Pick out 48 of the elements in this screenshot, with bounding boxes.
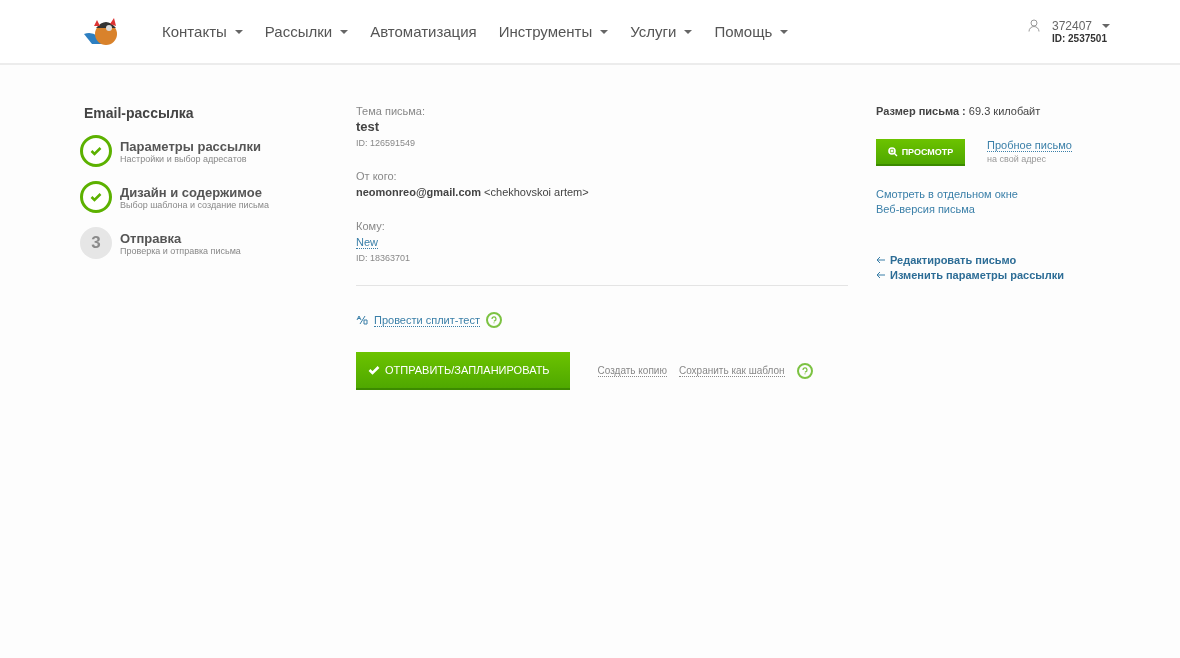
- back-link[interactable]: Изменить параметры рассылки: [876, 269, 1072, 281]
- arrow-left-icon: [876, 271, 886, 279]
- caret-icon: [340, 29, 349, 34]
- id-text: ID: 18363701: [356, 253, 411, 263]
- step-title[interactable]: Параметры рассылки: [120, 138, 261, 154]
- caret-icon: [684, 29, 693, 34]
- step-subtitle: Выбор шаблона и создание письма: [120, 199, 269, 210]
- step-title[interactable]: Дизайн и содержимое: [120, 184, 269, 200]
- split-test-link[interactable]: Провести сплит-тест: [374, 313, 480, 327]
- id-text: ID: 126591549: [356, 138, 416, 148]
- view-link[interactable]: Смотреть в отдельном окне: [876, 188, 1072, 200]
- test-email-link[interactable]: Пробное письмо: [987, 139, 1072, 152]
- step-subtitle: Настройки и выбор адресатов: [120, 153, 247, 164]
- caret-icon: [780, 29, 789, 34]
- caret-icon: [600, 29, 609, 34]
- nav-item[interactable]: Контакты: [162, 23, 243, 40]
- account-login[interactable]: 372407: [1051, 19, 1092, 33]
- step-subtitle: Проверка и отправка письма: [120, 245, 241, 256]
- help-icon[interactable]: [486, 312, 502, 328]
- step-number: 3: [80, 227, 112, 259]
- nav-item[interactable]: Автоматизация: [370, 23, 477, 40]
- test-email-hint: на свой адрес: [987, 154, 1046, 164]
- caret-icon: [234, 29, 243, 34]
- size-text: Размер письма : 69.3 килобайт: [876, 105, 1042, 117]
- help-icon[interactable]: [796, 363, 813, 379]
- sender-text: neomonreo@gmail.com <chekhovskoi artem>: [356, 186, 589, 198]
- nav-item[interactable]: Помощь: [714, 23, 789, 40]
- arrow-left-icon: [876, 256, 886, 264]
- subject-text: test: [356, 119, 380, 134]
- field-label: От кого:: [356, 170, 397, 182]
- nav-item[interactable]: Услуги: [630, 23, 693, 40]
- zoom-icon: [887, 146, 898, 157]
- view-link[interactable]: Веб-версия письма: [876, 203, 1072, 215]
- field-label: Тема письма:: [356, 105, 426, 117]
- account-id: ID: 2537501: [1051, 33, 1108, 44]
- list-link[interactable]: New: [356, 236, 378, 249]
- sidebar-title: Email-рассылка: [84, 105, 195, 121]
- secondary-link[interactable]: Сохранить как шаблон: [678, 365, 785, 377]
- ab-icon: [356, 315, 368, 325]
- check-icon: [368, 365, 380, 375]
- back-link[interactable]: Редактировать письмо: [876, 254, 1072, 266]
- secondary-link[interactable]: Создать копию: [597, 365, 667, 377]
- step-title[interactable]: Отправка: [120, 230, 241, 246]
- caret-icon[interactable]: [1102, 24, 1110, 28]
- user-icon[interactable]: [1027, 19, 1040, 32]
- field-label: Кому:: [356, 220, 385, 232]
- nav-item[interactable]: Рассылки: [264, 23, 349, 40]
- nav-item[interactable]: Инструменты: [498, 23, 609, 40]
